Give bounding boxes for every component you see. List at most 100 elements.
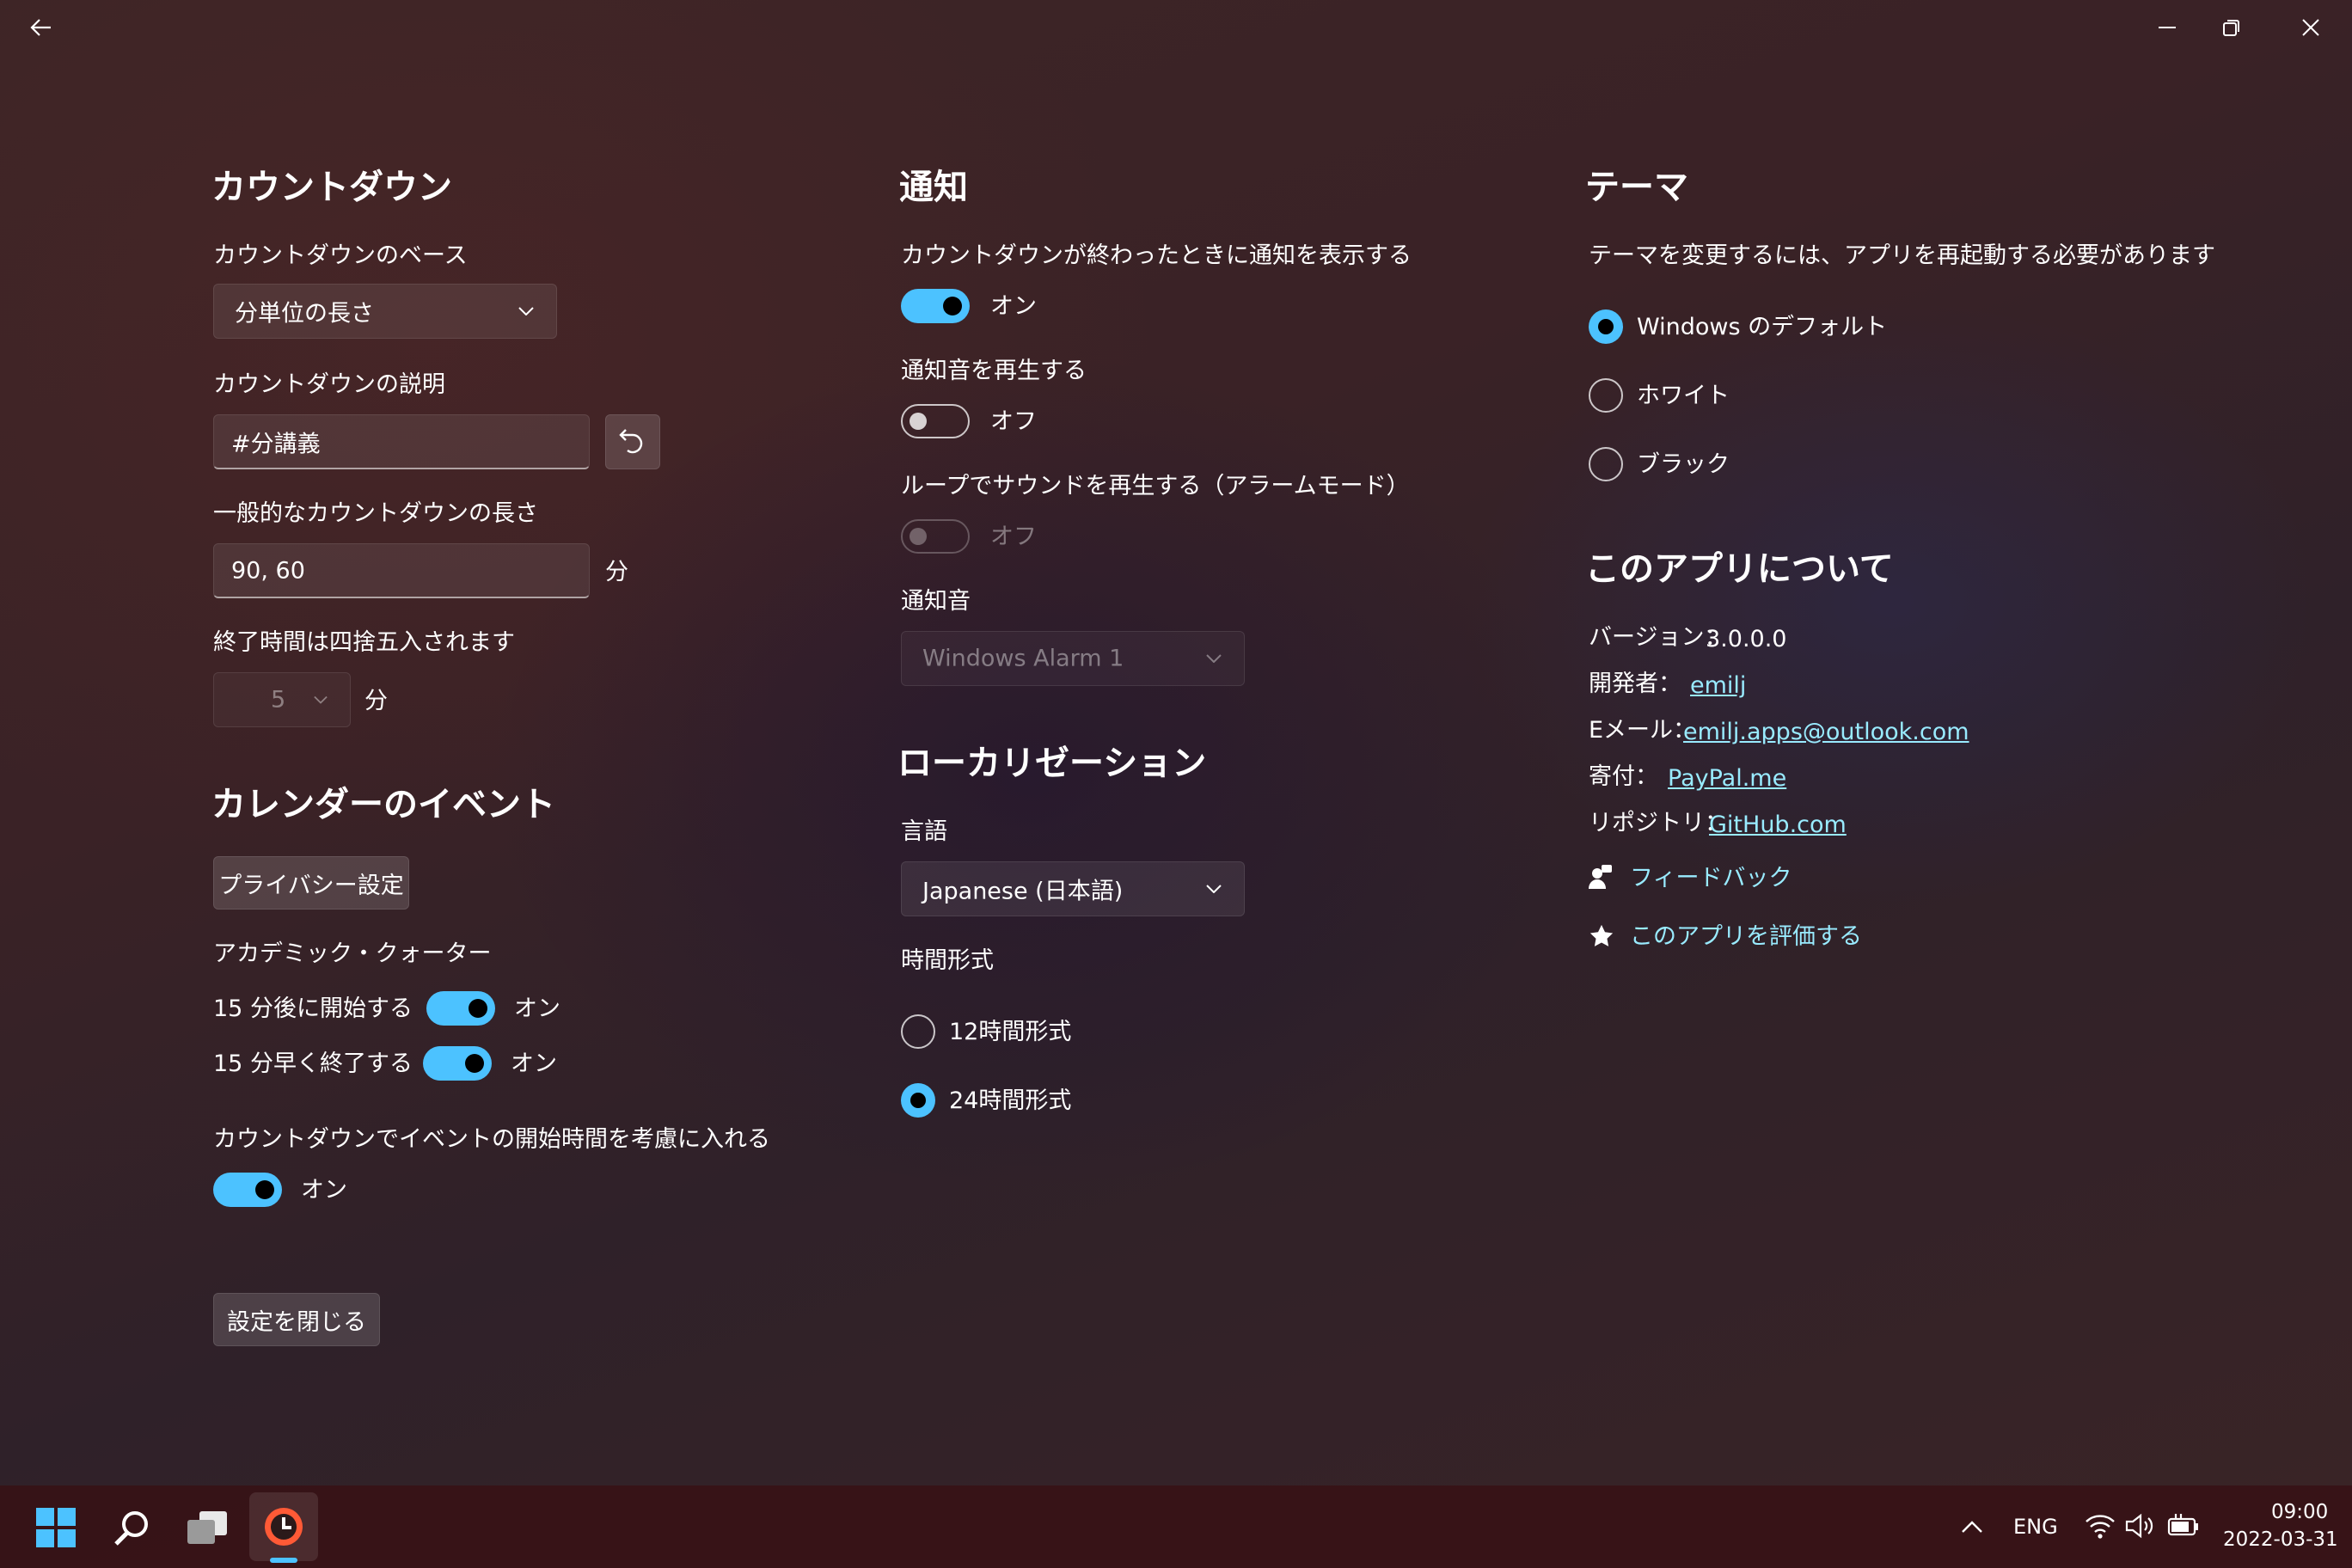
developer-label: 開発者：: [1589, 671, 1681, 697]
wifi-icon: [2086, 1515, 2115, 1539]
battery-icon: [2167, 1514, 2198, 1536]
time-12h-label[interactable]: 12時間形式: [949, 1020, 1071, 1044]
theme-white-radio[interactable]: [1589, 378, 1623, 413]
time-24h-radio[interactable]: [901, 1083, 935, 1118]
clock-time[interactable]: 09:00: [2271, 1503, 2328, 1522]
undo-icon: [619, 429, 643, 454]
back-arrow-icon: [30, 19, 51, 36]
chevron-down-icon: [1206, 654, 1222, 663]
end-early-label: 15 分早く終了する: [213, 1050, 413, 1077]
loop-sound-toggle[interactable]: [901, 519, 970, 554]
rate-app-link[interactable]: このアプリを評価する: [1589, 922, 1881, 952]
chevron-down-icon: [1206, 885, 1222, 893]
developer-link[interactable]: emilj: [1690, 674, 1746, 697]
countdown-description-input[interactable]: #分講義: [213, 414, 590, 469]
rounding-value: 5: [271, 686, 286, 714]
app-icon: [265, 1508, 303, 1546]
theme-heading: テーマ: [1585, 168, 1688, 207]
reset-description-button[interactable]: [605, 414, 660, 469]
rounding-label: 終了時間は四捨五入されます: [213, 629, 515, 656]
start-button[interactable]: [31, 1503, 81, 1553]
chevron-up-icon: [1962, 1521, 1982, 1533]
volume-button[interactable]: [2122, 1508, 2158, 1544]
consider-start-label: カウントダウンでイベントの開始時間を考慮に入れる: [213, 1126, 770, 1153]
close-settings-label: 設定を閉じる: [227, 1308, 366, 1336]
close-icon: [2302, 19, 2319, 36]
play-sound-toggle[interactable]: [901, 404, 970, 438]
repository-link[interactable]: GitHub.com: [1709, 813, 1847, 836]
start-later-state: オン: [514, 995, 560, 1022]
theme-white-label[interactable]: ホワイト: [1637, 384, 1730, 407]
search-button[interactable]: [107, 1503, 156, 1553]
taskbar: ENG 09:00 2022-03-31: [0, 1485, 2352, 1568]
feedback-link[interactable]: フィードバック: [1589, 863, 1881, 894]
time-12h-radio[interactable]: [901, 1014, 935, 1049]
input-language[interactable]: ENG: [2013, 1516, 2058, 1537]
countdown-length-input[interactable]: 90, 60: [213, 543, 590, 598]
donate-link[interactable]: PayPal.me: [1668, 767, 1786, 790]
task-view-button[interactable]: [182, 1503, 232, 1553]
notifications-heading: 通知: [899, 168, 968, 207]
tone-label: 通知音: [901, 588, 971, 615]
end-early-toggle[interactable]: [423, 1046, 492, 1081]
theme-black-label[interactable]: ブラック: [1637, 453, 1730, 476]
show-hidden-icons-button[interactable]: [1955, 1510, 1989, 1544]
close-window-button[interactable]: [2276, 7, 2345, 48]
show-notification-label: カウントダウンが終わったときに通知を表示する: [901, 242, 1412, 269]
consider-start-state: オン: [301, 1177, 347, 1204]
repository-label: リポジトリ：: [1589, 810, 1728, 836]
countdown-length-unit: 分: [605, 559, 628, 585]
loop-sound-state: オフ: [990, 524, 1037, 550]
feedback-label: フィードバック: [1630, 865, 1792, 891]
start-icon: [36, 1508, 76, 1547]
tone-dropdown[interactable]: Windows Alarm 1: [901, 631, 1245, 686]
active-app-indicator: [270, 1558, 297, 1563]
feedback-icon: [1589, 865, 1612, 889]
theme-default-radio[interactable]: [1589, 309, 1623, 344]
volume-icon: [2125, 1513, 2153, 1539]
start-later-toggle[interactable]: [426, 991, 495, 1026]
donate-label: 寄付：: [1589, 763, 1658, 790]
theme-default-label[interactable]: Windows のデフォルト: [1637, 315, 1887, 339]
localization-heading: ローカリゼーション: [897, 744, 1207, 783]
countdown-app-button[interactable]: [249, 1492, 318, 1561]
clock-date[interactable]: 2022-03-31: [2223, 1530, 2338, 1550]
show-notification-state: オン: [990, 293, 1037, 320]
theme-black-radio[interactable]: [1589, 447, 1623, 481]
version-value: 3.0.0.0: [1706, 626, 1787, 652]
countdown-base-value: 分単位の長さ: [235, 300, 374, 328]
restore-icon: [2223, 20, 2239, 36]
countdown-heading: カウントダウン: [211, 168, 452, 207]
language-value: Japanese (日本語): [922, 878, 1124, 905]
calendar-heading: カレンダーのイベント: [211, 785, 555, 824]
task-view-icon: [187, 1511, 227, 1544]
consider-start-toggle[interactable]: [213, 1173, 282, 1207]
countdown-length-label: 一般的なカウントダウンの長さ: [213, 500, 538, 527]
time-24h-label[interactable]: 24時間形式: [949, 1089, 1071, 1112]
rounding-unit: 分: [364, 688, 388, 714]
loop-sound-label: ループでサウンドを再生する（アラームモード）: [901, 473, 1410, 499]
play-sound-label: 通知音を再生する: [901, 358, 1087, 384]
restore-button[interactable]: [2197, 7, 2266, 48]
countdown-description-label: カウントダウンの説明: [213, 371, 445, 398]
rate-app-label: このアプリを評価する: [1630, 923, 1862, 950]
minimize-button[interactable]: [2134, 7, 2202, 48]
chevron-down-icon: [518, 307, 534, 315]
network-button[interactable]: [2082, 1508, 2118, 1544]
chevron-down-icon: [314, 695, 328, 704]
minimize-icon: [2159, 27, 2176, 28]
theme-restart-note: テーマを変更するには、アプリを再起動する必要があります: [1589, 242, 2215, 269]
email-link[interactable]: emilj.apps@outlook.com: [1683, 720, 1969, 744]
privacy-settings-button[interactable]: プライバシー設定: [213, 856, 409, 910]
rounding-dropdown[interactable]: 5: [213, 672, 351, 727]
privacy-settings-label: プライバシー設定: [218, 872, 404, 899]
language-dropdown[interactable]: Japanese (日本語): [901, 861, 1245, 916]
close-settings-button[interactable]: 設定を閉じる: [213, 1293, 380, 1346]
show-notification-toggle[interactable]: [901, 289, 970, 323]
language-label: 言語: [901, 818, 947, 845]
play-sound-state: オフ: [990, 408, 1037, 435]
back-button[interactable]: [17, 10, 65, 45]
battery-button[interactable]: [2165, 1508, 2202, 1544]
time-format-label: 時間形式: [901, 947, 994, 974]
countdown-base-dropdown[interactable]: 分単位の長さ: [213, 284, 557, 339]
